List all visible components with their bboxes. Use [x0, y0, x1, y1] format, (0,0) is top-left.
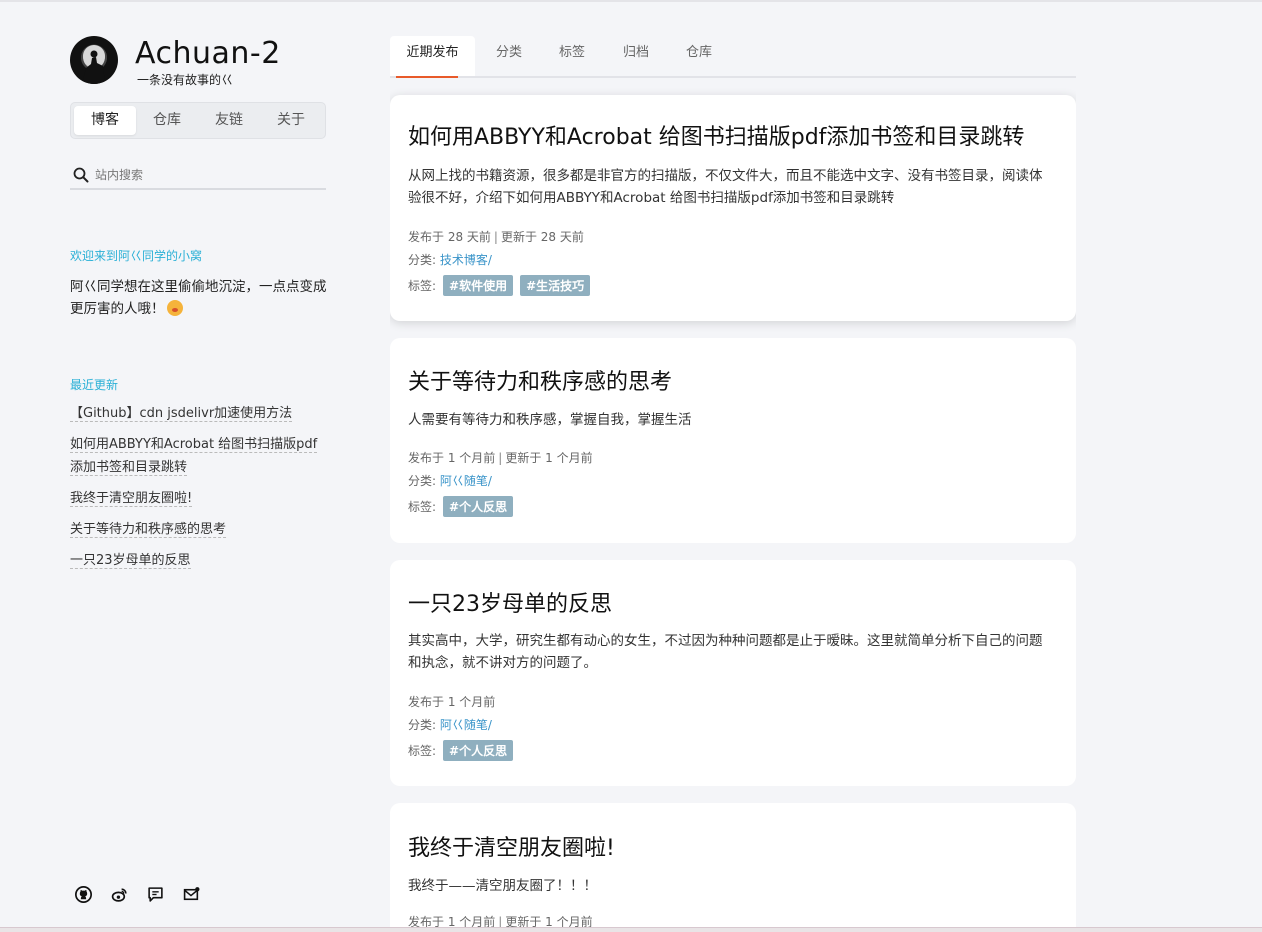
post-tags: 标签: #软件使用 #生活技巧 [408, 275, 591, 296]
main-nav: 博客 仓库 友链 关于 [70, 102, 326, 139]
category-label: 分类: [408, 253, 437, 267]
nav-links[interactable]: 友链 [198, 106, 260, 135]
list-item: 如何用ABBYY和Acrobat 给图书扫描版pdf添加书签和目录跳转 [70, 433, 330, 479]
tab-categories[interactable]: 分类 [488, 36, 530, 76]
tags-label: 标签: [408, 744, 437, 758]
category-link[interactable]: 阿巜随笔/ [440, 474, 492, 488]
sidebar: Achuan-2 一条没有故事的巜 博客 仓库 友链 关于 欢迎来到阿巜同学的小… [70, 36, 327, 916]
recent-link[interactable]: 我终于清空朋友圈啦! [70, 491, 193, 507]
list-item: 关于等待力和秩序感的思考 [70, 518, 330, 541]
post-dates: 发布于 28 天前 | 更新于 28 天前 [408, 228, 584, 245]
tag-badge[interactable]: #个人反思 [443, 496, 514, 517]
recent-link[interactable]: 关于等待力和秩序感的思考 [70, 522, 227, 538]
site-title[interactable]: Achuan-2 [135, 36, 281, 71]
post-title[interactable]: 我终于清空朋友圈啦! [408, 830, 615, 862]
category-link[interactable]: 阿巜随笔/ [440, 718, 492, 732]
post-category: 分类: 技术博客/ [408, 251, 492, 268]
post-excerpt: 其实高中，大学，研究生都有动心的女生，不过因为种种问题都是止于暧昧。这里就简单分… [408, 633, 1043, 671]
tags-label: 标签: [408, 279, 437, 293]
weibo-icon[interactable] [110, 885, 128, 903]
top-border [0, 0, 1262, 2]
list-item: 一只23岁母单的反思 [70, 549, 330, 572]
github-icon[interactable] [74, 885, 92, 903]
post-excerpt: 人需要有等待力和秩序感，掌握自我，掌握生活 [408, 412, 692, 428]
post-tags: 标签: #个人反思 [408, 740, 514, 761]
category-label: 分类: [408, 474, 437, 488]
main-content: 近期发布 分类 标签 归档 仓库 如何用ABBYY和Acrobat 给图书扫描版… [390, 36, 1076, 932]
updated-date: 更新于 1 个月前 [505, 451, 593, 465]
tags-label: 标签: [408, 500, 437, 514]
nav-repo[interactable]: 仓库 [136, 106, 198, 135]
published-date: 发布于 1 个月前 [408, 451, 496, 465]
message-icon[interactable] [146, 885, 164, 903]
search-input[interactable] [95, 168, 315, 182]
recent-link[interactable]: 如何用ABBYY和Acrobat 给图书扫描版pdf添加书签和目录跳转 [70, 437, 318, 476]
tag-badge[interactable]: #生活技巧 [520, 275, 591, 296]
list-item: 【Github】cdn jsdelivr加速使用方法 [70, 402, 330, 425]
published-date: 发布于 1 个月前 [408, 695, 496, 709]
category-link[interactable]: 技术博客/ [440, 253, 492, 267]
recent-link[interactable]: 【Github】cdn jsdelivr加速使用方法 [70, 406, 293, 422]
post-category: 分类: 阿巜随笔/ [408, 472, 492, 489]
post-tags: 标签: #个人反思 [408, 496, 514, 517]
post-excerpt: 我终于——清空朋友圈了！！！ [408, 878, 597, 894]
category-label: 分类: [408, 718, 437, 732]
tab-archive[interactable]: 归档 [615, 36, 657, 76]
post-card[interactable]: 我终于清空朋友圈啦! 我终于——清空朋友圈了！！！ 发布于 1 个月前 | 更新于 … [390, 803, 1076, 932]
post-card[interactable]: 一只23岁母单的反思 其实高中，大学，研究生都有动心的女生，不过因为种种问题都是… [390, 560, 1076, 786]
meta-separator: | [493, 230, 498, 244]
post-card[interactable]: 关于等待力和秩序感的思考 人需要有等待力和秩序感，掌握自我，掌握生活 发布于 1… [390, 338, 1076, 543]
site-subtitle: 一条没有故事的巜 [137, 73, 234, 87]
welcome-title: 欢迎来到阿巜同学的小窝 [70, 249, 203, 263]
social-links [74, 885, 200, 903]
post-category: 分类: 阿巜随笔/ [408, 716, 492, 733]
tab-repo[interactable]: 仓库 [678, 36, 720, 76]
meta-separator: | [498, 451, 503, 465]
post-card[interactable]: 如何用ABBYY和Acrobat 给图书扫描版pdf添加书签和目录跳转 从网上找… [390, 95, 1076, 321]
hot-face-emoji-icon [166, 300, 183, 316]
post-title[interactable]: 关于等待力和秩序感的思考 [408, 364, 672, 396]
brand: Achuan-2 一条没有故事的巜 [70, 36, 326, 92]
post-title[interactable]: 如何用ABBYY和Acrobat 给图书扫描版pdf添加书签和目录跳转 [408, 119, 1024, 151]
recent-list: 【Github】cdn jsdelivr加速使用方法 如何用ABBYY和Acro… [70, 402, 330, 580]
search-icon[interactable] [70, 164, 92, 186]
tag-badge[interactable]: #软件使用 [443, 275, 514, 296]
recent-link[interactable]: 一只23岁母单的反思 [70, 553, 191, 569]
welcome-text: 阿巜同学想在这里偷偷地沉淀，一点点变成更厉害的人哦！ [70, 279, 327, 317]
recent-title: 最近更新 [70, 378, 119, 392]
list-item: 我终于清空朋友圈啦! [70, 487, 330, 510]
bottom-border [0, 927, 1262, 932]
post-excerpt: 从网上找的书籍资源，很多都是非官方的扫描版，不仅文件大，而且不能选中文字、没有书… [408, 168, 1043, 206]
tag-badge[interactable]: #个人反思 [443, 740, 514, 761]
email-icon[interactable] [182, 885, 200, 903]
post-dates: 发布于 1 个月前 | 更新于 1 个月前 [408, 449, 593, 466]
search-box [70, 162, 326, 190]
tab-tags[interactable]: 标签 [551, 36, 593, 76]
published-date: 发布于 28 天前 [408, 230, 491, 244]
post-title[interactable]: 一只23岁母单的反思 [408, 586, 612, 618]
nav-blog[interactable]: 博客 [74, 106, 136, 135]
updated-date: 更新于 28 天前 [500, 230, 584, 244]
tab-recent[interactable]: 近期发布 [390, 36, 475, 78]
nav-about[interactable]: 关于 [260, 106, 322, 135]
avatar[interactable] [70, 36, 118, 84]
tab-bar: 近期发布 分类 标签 归档 仓库 [390, 36, 1076, 78]
post-dates: 发布于 1 个月前 [408, 693, 495, 710]
